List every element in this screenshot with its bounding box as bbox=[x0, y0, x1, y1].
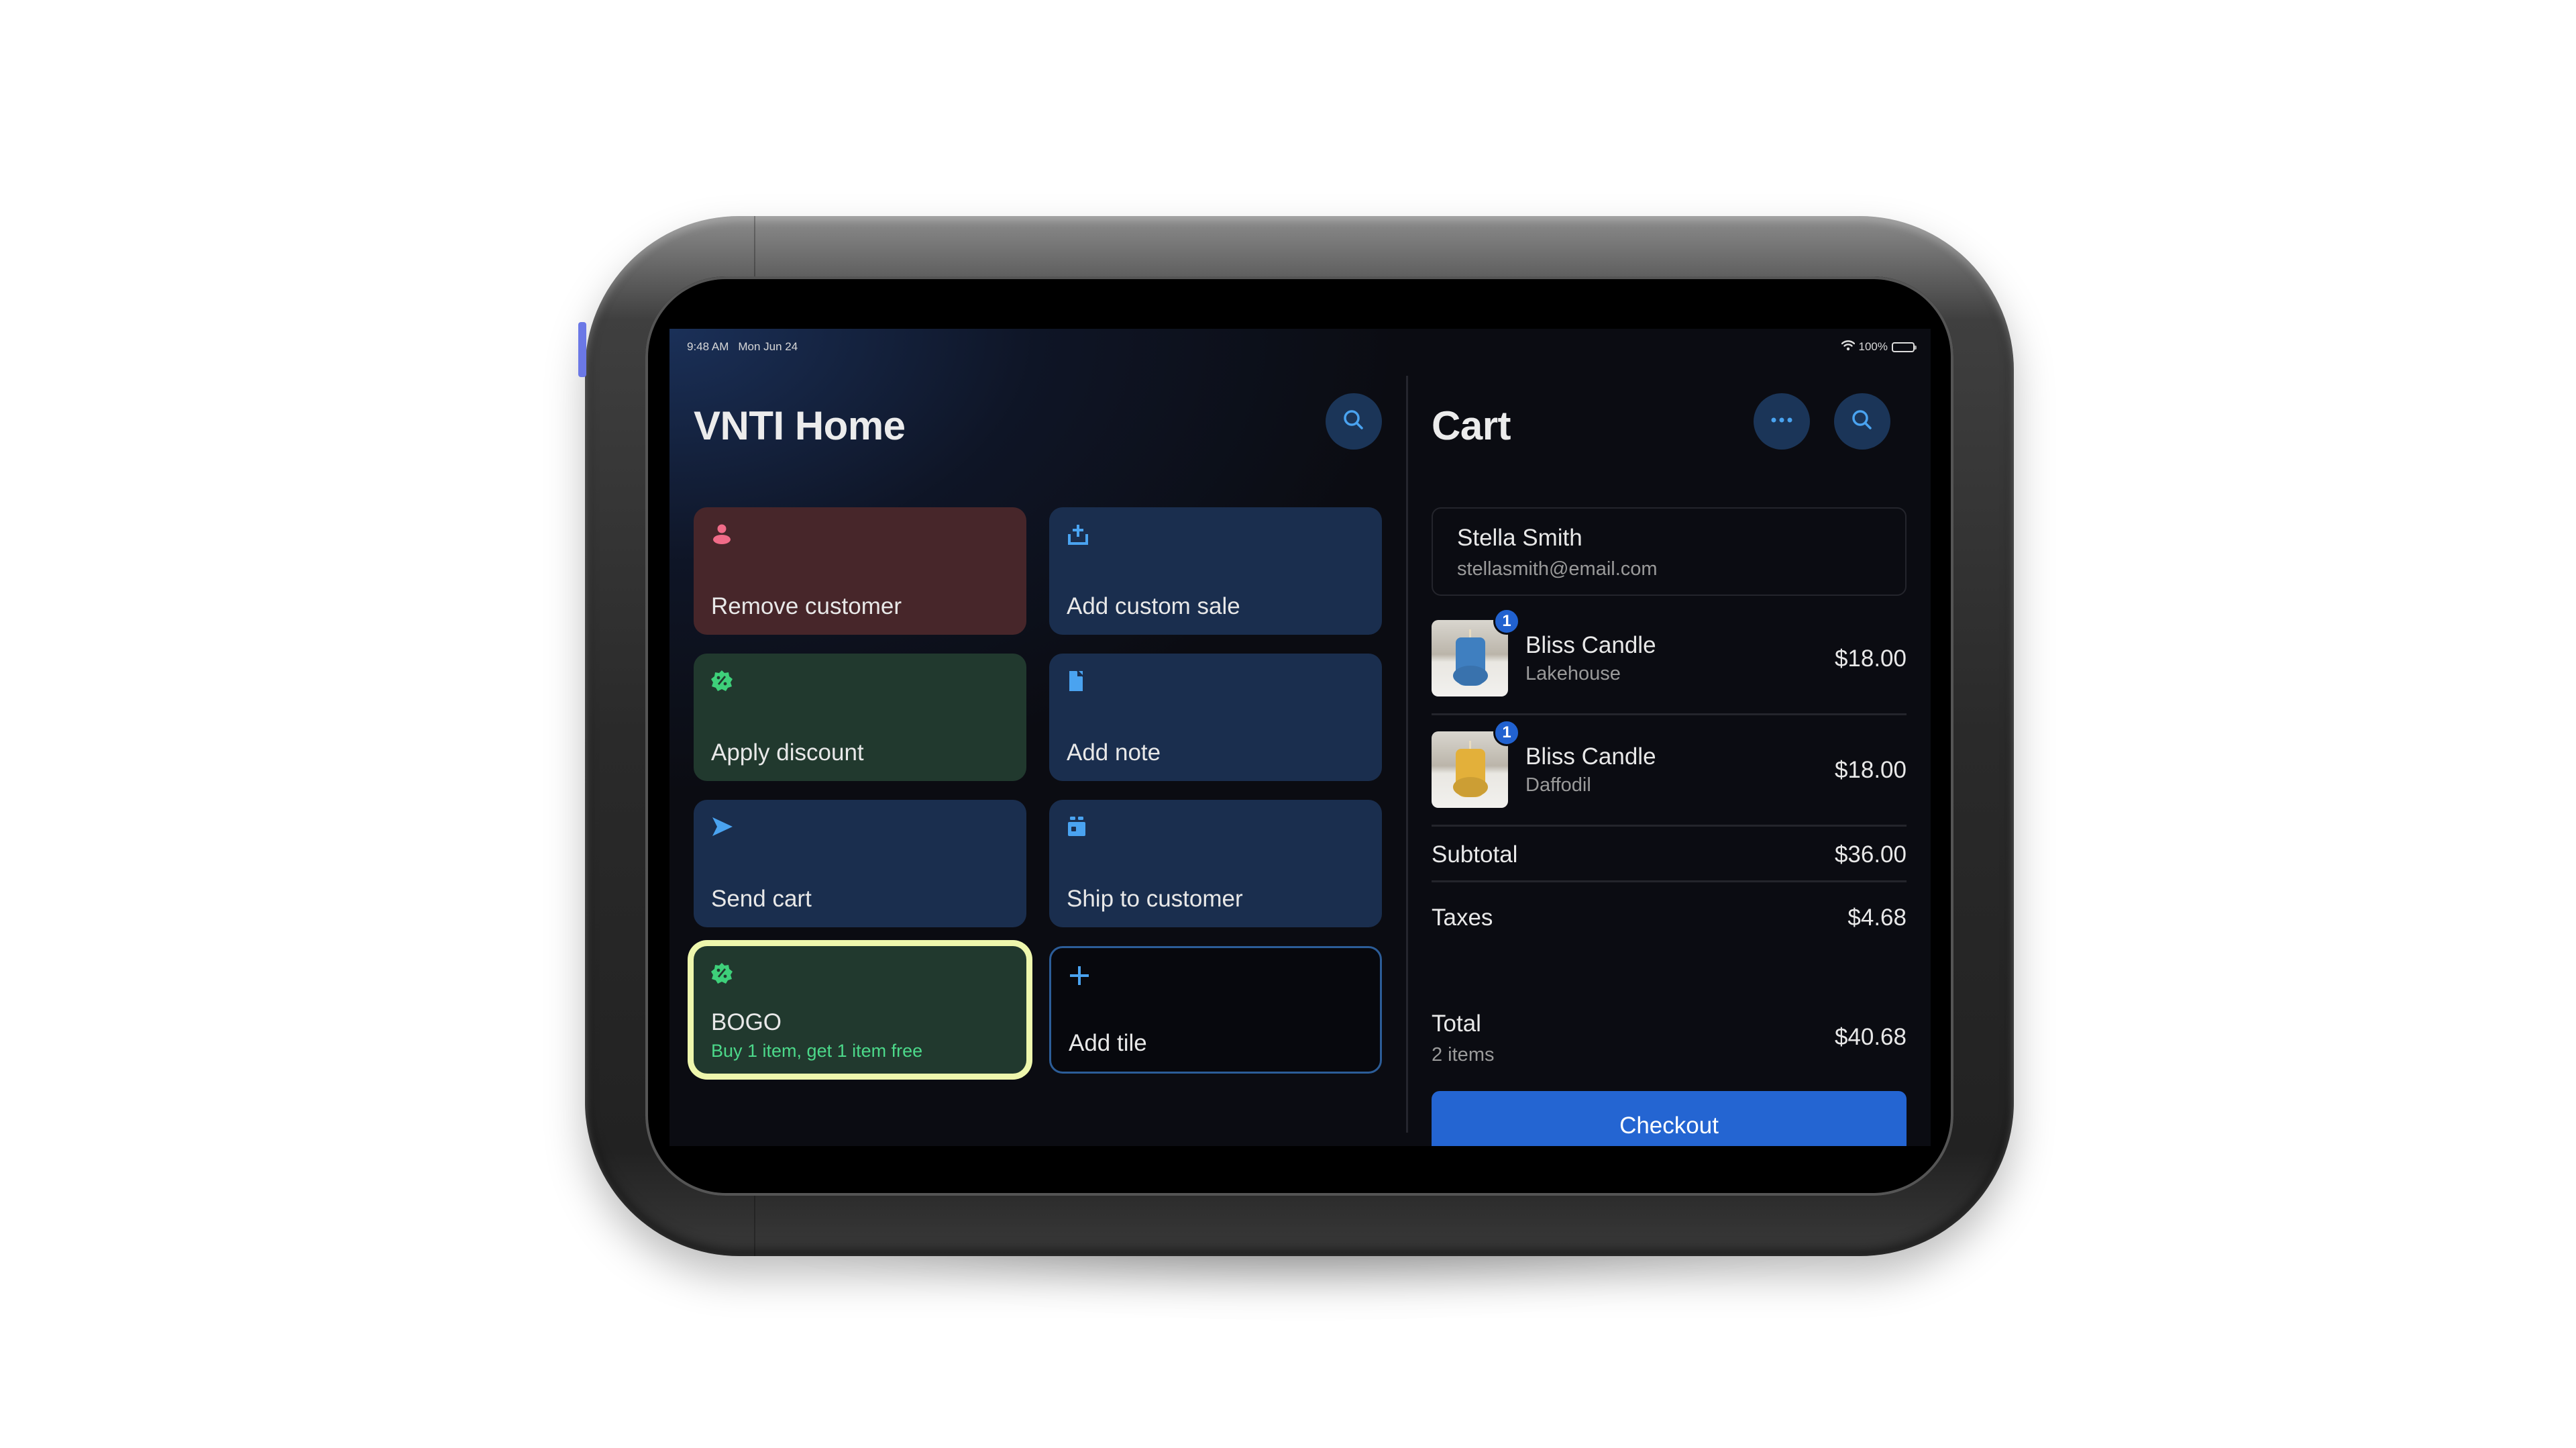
product-thumbnail bbox=[1432, 620, 1508, 696]
cart-item[interactable]: 1 Bliss Candle Daffodil $18.00 bbox=[1432, 715, 1907, 827]
tile-label: Remove customer bbox=[711, 593, 902, 619]
customer-email: stellasmith@email.com bbox=[1457, 558, 1658, 580]
subtotal-value: $36.00 bbox=[1834, 841, 1907, 868]
status-date: Mon Jun 24 bbox=[738, 340, 798, 353]
item-name: Bliss Candle bbox=[1525, 632, 1656, 658]
candle-image bbox=[1456, 629, 1485, 686]
discount-badge-icon bbox=[711, 962, 735, 986]
shipping-box-icon bbox=[1067, 816, 1091, 840]
tile-send-cart[interactable]: Send cart bbox=[694, 800, 1026, 927]
total-value: $40.68 bbox=[1834, 1024, 1907, 1050]
cart-pane: Cart Stella Smith stellasmith@email.com … bbox=[1432, 376, 1907, 1146]
tile-label: Add custom sale bbox=[1067, 593, 1240, 619]
pane-divider bbox=[1406, 376, 1408, 1133]
item-variant: Lakehouse bbox=[1525, 663, 1621, 684]
tray-upload-icon bbox=[1067, 523, 1091, 548]
cart-search-button[interactable] bbox=[1834, 393, 1890, 450]
tile-label: Add note bbox=[1067, 739, 1161, 766]
customer-name: Stella Smith bbox=[1457, 525, 1582, 551]
person-icon bbox=[711, 523, 735, 548]
cart-item-list: 1 Bliss Candle Lakehouse $18.00 1 Bliss … bbox=[1432, 604, 1907, 827]
summary-divider bbox=[1432, 880, 1907, 882]
subtotal-row: Subtotal $36.00 bbox=[1432, 841, 1907, 868]
home-title: VNTI Home bbox=[694, 403, 906, 448]
wifi-icon bbox=[1841, 340, 1855, 354]
status-bar: 9:48 AM Mon Jun 24 100% bbox=[687, 337, 1917, 357]
tile-add-custom-sale[interactable]: Add custom sale bbox=[1049, 507, 1382, 635]
tile-label: BOGO bbox=[711, 1009, 782, 1035]
checkout-button[interactable]: Checkout bbox=[1432, 1091, 1907, 1146]
search-icon bbox=[1849, 407, 1876, 437]
customer-card[interactable]: Stella Smith stellasmith@email.com bbox=[1432, 507, 1907, 596]
battery-percent: 100% bbox=[1858, 340, 1888, 353]
search-icon bbox=[1340, 407, 1367, 437]
quantity-badge: 1 bbox=[1493, 719, 1520, 746]
total-item-count: 2 items bbox=[1432, 1044, 1495, 1066]
home-pane: VNTI Home Remove customer Add custom sal… bbox=[694, 376, 1382, 1114]
cart-title: Cart bbox=[1432, 403, 1511, 448]
total-row: Total $40.68 bbox=[1432, 1011, 1907, 1051]
discount-badge-icon bbox=[711, 670, 735, 694]
document-icon bbox=[1067, 670, 1091, 694]
tile-add-note[interactable]: Add note bbox=[1049, 654, 1382, 781]
battery-icon bbox=[1892, 342, 1917, 352]
tile-add-tile[interactable]: Add tile bbox=[1049, 946, 1382, 1074]
status-time: 9:48 AM bbox=[687, 340, 729, 353]
taxes-label: Taxes bbox=[1432, 904, 1493, 931]
item-variant: Daffodil bbox=[1525, 774, 1591, 796]
tile-sublabel: Buy 1 item, get 1 item free bbox=[711, 1041, 923, 1061]
subtotal-label: Subtotal bbox=[1432, 841, 1518, 868]
action-tile-grid: Remove customer Add custom sale Apply di… bbox=[694, 507, 1382, 1074]
taxes-row: Taxes $4.68 bbox=[1432, 904, 1907, 931]
candle-image bbox=[1456, 741, 1485, 797]
send-arrow-icon bbox=[711, 816, 735, 840]
tile-label: Ship to customer bbox=[1067, 886, 1243, 912]
home-search-button[interactable] bbox=[1326, 393, 1382, 450]
tile-remove-customer[interactable]: Remove customer bbox=[694, 507, 1026, 635]
cart-item[interactable]: 1 Bliss Candle Lakehouse $18.00 bbox=[1432, 604, 1907, 715]
product-thumbnail bbox=[1432, 731, 1508, 808]
tile-bogo[interactable]: BOGO Buy 1 item, get 1 item free bbox=[694, 946, 1026, 1074]
plus-icon bbox=[1069, 964, 1093, 988]
cart-more-button[interactable] bbox=[1754, 393, 1810, 450]
status-indicators: 100% bbox=[1841, 340, 1917, 354]
tile-label: Add tile bbox=[1069, 1030, 1147, 1056]
tile-label: Send cart bbox=[711, 886, 812, 912]
item-price: $18.00 bbox=[1834, 757, 1907, 783]
device-side-button bbox=[578, 322, 586, 377]
tile-label: Apply discount bbox=[711, 739, 864, 766]
taxes-value: $4.68 bbox=[1847, 904, 1907, 931]
quantity-badge: 1 bbox=[1493, 608, 1520, 635]
ellipsis-icon bbox=[1768, 415, 1795, 427]
pos-screen: 9:48 AM Mon Jun 24 100% VNTI Home Remove… bbox=[669, 329, 1931, 1146]
item-name: Bliss Candle bbox=[1525, 743, 1656, 770]
tile-apply-discount[interactable]: Apply discount bbox=[694, 654, 1026, 781]
item-price: $18.00 bbox=[1834, 645, 1907, 672]
tile-ship-to-customer[interactable]: Ship to customer bbox=[1049, 800, 1382, 927]
